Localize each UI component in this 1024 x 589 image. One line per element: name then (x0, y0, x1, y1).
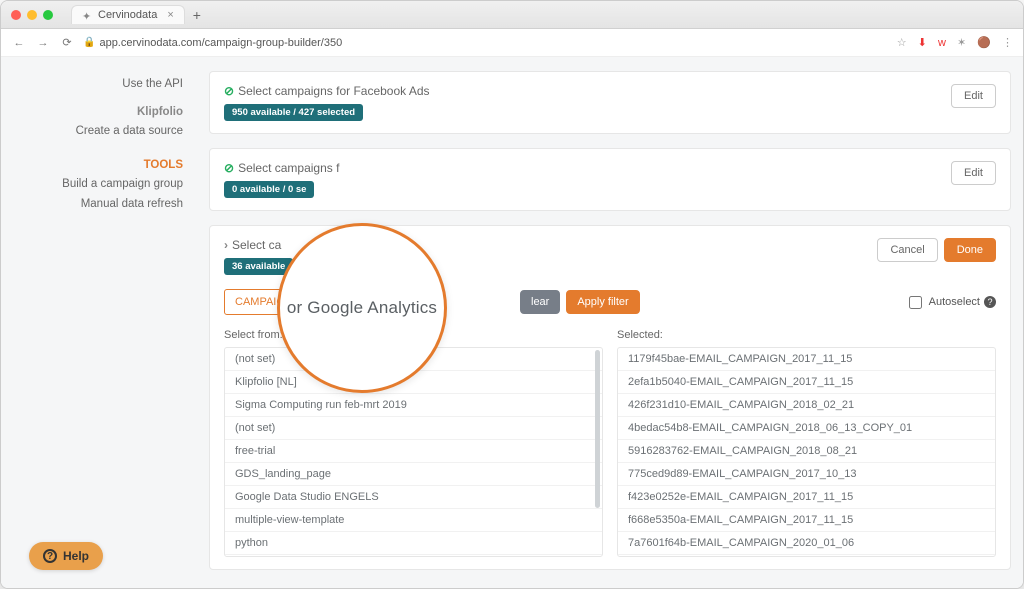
tab-close-icon[interactable]: × (167, 9, 173, 21)
list-item[interactable]: Python English (225, 555, 602, 557)
list-from-column: Select from: (not set)Klipfolio [NL]Sigm… (224, 329, 603, 557)
sidebar-item-manual-refresh[interactable]: Manual data refresh (1, 195, 183, 215)
list-item[interactable]: free-trial (225, 440, 602, 463)
url-text[interactable]: app.cervinodata.com/campaign-group-build… (99, 37, 888, 49)
sidebar-section-tools: TOOLS (1, 156, 183, 176)
profile-icon[interactable]: 🟤 (977, 37, 991, 49)
edit-second-button[interactable]: Edit (951, 161, 996, 185)
list-from-box[interactable]: (not set)Klipfolio [NL]Sigma Computing r… (224, 347, 603, 557)
list-item[interactable]: (not set) (225, 348, 602, 371)
list-selected-label: Selected: (617, 329, 996, 341)
sidebar-item-api[interactable]: Use the API (1, 75, 183, 95)
list-item[interactable]: (not set) (225, 417, 602, 440)
card-second-title: ⊘Select campaigns f (224, 161, 339, 175)
browser-right-icons: ☆ ⬇ w ✶ 🟤 ⋮ (889, 36, 1013, 49)
url-bar: ← → ⟳ 🔒 app.cervinodata.com/campaign-gro… (1, 29, 1023, 57)
help-widget[interactable]: ? Help (29, 542, 103, 570)
list-item[interactable]: Sigma Computing run feb-mrt 2019 (225, 394, 602, 417)
apply-filter-button[interactable]: Apply filter (566, 290, 639, 314)
favicon-icon: ✦ (82, 10, 92, 20)
list-item[interactable]: f423e0252e-EMAIL_CAMPAIGN_2017_11_15 (618, 486, 995, 509)
tab-title: Cervinodata (98, 9, 157, 21)
list-selected-column: Selected: 1179f45bae-EMAIL_CAMPAIGN_2017… (617, 329, 996, 557)
list-item[interactable]: Klipfolio [NL] (225, 371, 602, 394)
list-item[interactable]: GDS_landing_page (225, 463, 602, 486)
card-facebook-badge: 950 available / 427 selected (224, 104, 363, 121)
clear-filter-button[interactable]: lear (520, 290, 560, 314)
page-content: Use the API Klipfolio Create a data sour… (1, 57, 1023, 588)
check-icon: ⊘ (224, 84, 234, 98)
card-ga-badge: 36 available (224, 258, 293, 275)
sidebar: Use the API Klipfolio Create a data sour… (1, 57, 197, 588)
new-tab-button[interactable]: + (193, 7, 201, 23)
list-item[interactable]: 5916283762-EMAIL_CAMPAIGN_2018_08_21 (618, 440, 995, 463)
autoselect-checkbox[interactable] (909, 296, 922, 309)
filter-row: CAMPAIGN lear Apply filter Autoselect ? (224, 289, 996, 315)
cancel-button[interactable]: Cancel (877, 238, 937, 262)
list-item[interactable]: 4bedac54b8-EMAIL_CAMPAIGN_2018_06_13_COP… (618, 417, 995, 440)
list-item[interactable]: 426f231d10-EMAIL_CAMPAIGN_2018_02_21 (618, 394, 995, 417)
list-item[interactable]: Google Data Studio ENGELS (225, 486, 602, 509)
autoselect-toggle[interactable]: Autoselect ? (905, 293, 996, 312)
window-zoom-dot[interactable] (43, 10, 53, 20)
list-item[interactable]: f668e5350a-EMAIL_CAMPAIGN_2017_11_15 (618, 509, 995, 532)
dual-list: Select from: (not set)Klipfolio [NL]Sigm… (224, 329, 996, 557)
edit-facebook-button[interactable]: Edit (951, 84, 996, 108)
nav-reload-icon[interactable]: ⟳ (59, 36, 75, 49)
sidebar-section-klipfolio: Klipfolio (1, 103, 183, 123)
check-icon: ⊘ (224, 161, 234, 175)
window-titlebar: ✦ Cervinodata × + (1, 1, 1023, 29)
help-tooltip-icon[interactable]: ? (984, 296, 996, 308)
card-second: ⊘Select campaigns f 0 available / 0 se E… (209, 148, 1011, 211)
sidebar-item-build-group[interactable]: Build a campaign group (1, 175, 183, 195)
chevron-right-icon: › (224, 238, 228, 252)
nav-forward-icon[interactable]: → (35, 37, 51, 49)
card-ga-title: ›Select ca (224, 238, 293, 252)
list-item[interactable]: a0c6277070-EMAIL_CAMPAIGN_2020_01_13_res… (618, 555, 995, 557)
help-icon: ? (43, 549, 57, 563)
list-item[interactable]: multiple-view-template (225, 509, 602, 532)
window-close-dot[interactable] (11, 10, 21, 20)
ext2-icon[interactable]: w (938, 37, 946, 49)
help-label: Help (63, 549, 89, 563)
card-google-analytics: ›Select ca 36 available Cancel Done CAMP… (209, 225, 1011, 570)
nav-back-icon[interactable]: ← (11, 37, 27, 49)
sidebar-item-create-source[interactable]: Create a data source (1, 122, 183, 142)
list-item[interactable]: 2efa1b5040-EMAIL_CAMPAIGN_2017_11_15 (618, 371, 995, 394)
main-area: ⊘Select campaigns for Facebook Ads 950 a… (197, 57, 1023, 588)
window-minimize-dot[interactable] (27, 10, 37, 20)
menu-icon[interactable]: ⋮ (1002, 37, 1013, 49)
done-button[interactable]: Done (944, 238, 996, 262)
campaign-input[interactable]: CAMPAIGN (224, 289, 384, 315)
card-second-badge: 0 available / 0 se (224, 181, 314, 198)
browser-tab[interactable]: ✦ Cervinodata × (71, 5, 185, 24)
list-from-label: Select from: (224, 329, 603, 341)
list-item[interactable]: 1179f45bae-EMAIL_CAMPAIGN_2017_11_15 (618, 348, 995, 371)
ext3-icon[interactable]: ✶ (957, 37, 966, 49)
scrollbar[interactable] (595, 350, 600, 548)
card-facebook-title: ⊘Select campaigns for Facebook Ads (224, 84, 430, 98)
list-selected-box[interactable]: 1179f45bae-EMAIL_CAMPAIGN_2017_11_152efa… (617, 347, 996, 557)
list-item[interactable]: python (225, 532, 602, 555)
lock-icon: 🔒 (83, 37, 95, 48)
list-item[interactable]: 775ced9d89-EMAIL_CAMPAIGN_2017_10_13 (618, 463, 995, 486)
list-item[interactable]: 7a7601f64b-EMAIL_CAMPAIGN_2020_01_06 (618, 532, 995, 555)
card-facebook: ⊘Select campaigns for Facebook Ads 950 a… (209, 71, 1011, 134)
ext1-icon[interactable]: ⬇ (918, 37, 927, 49)
star-icon[interactable]: ☆ (897, 37, 907, 49)
browser-window: ✦ Cervinodata × + ← → ⟳ 🔒 app.cervinodat… (0, 0, 1024, 589)
scroll-thumb[interactable] (595, 350, 600, 508)
autoselect-label: Autoselect (929, 296, 980, 308)
